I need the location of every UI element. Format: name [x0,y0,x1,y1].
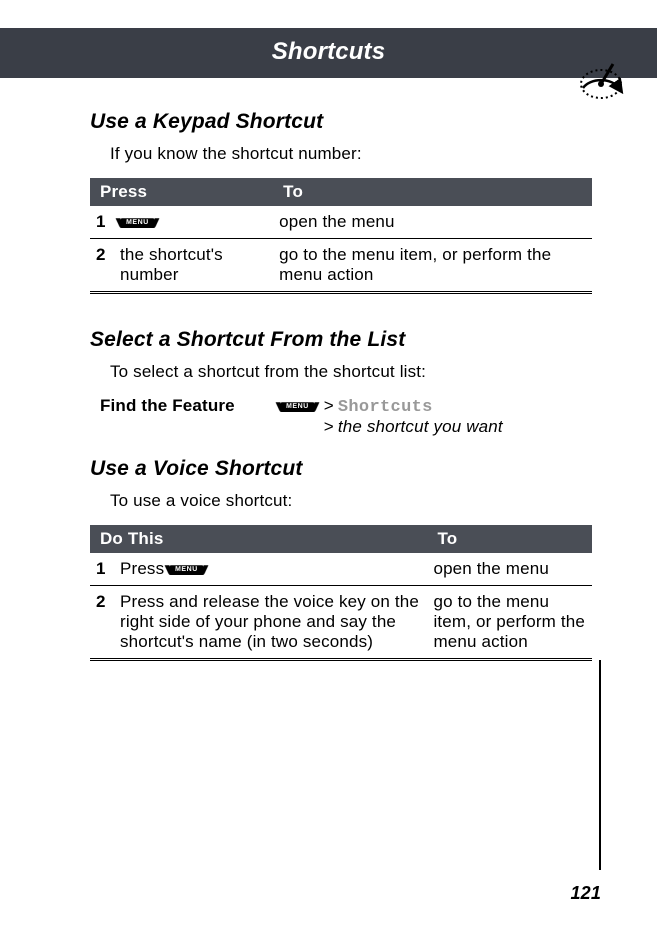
find-feature-label: Find the Feature [100,396,280,437]
col-press: Press [90,178,273,206]
section-list-intro: To select a shortcut from the shortcut l… [110,362,592,382]
section-voice-heading: Use a Voice Shortcut [90,457,592,481]
section-keypad-intro: If you know the shortcut number: [110,144,592,164]
shortcut-dial-icon [573,54,629,115]
table-row: 1 Press MENU open the menu [90,553,592,586]
do-prefix: Press [120,559,169,578]
keypad-table: Press To 1 MENU open the menu 2 the shor… [90,178,592,294]
table-row: 2 the shortcut's number go to the menu i… [90,239,592,293]
menu-key-icon: MENU [169,565,205,574]
menu-key-icon: MENU [120,218,156,227]
page-number: 121 [570,883,601,904]
to-cell: go to the menu item, or perform the menu… [273,239,592,293]
table-header-row: Press To [90,178,592,206]
page-header: Shortcuts [0,28,657,78]
press-cell: MENU [114,206,273,239]
table-row: 1 MENU open the menu [90,206,592,239]
step-number: 1 [90,553,114,586]
path-separator: > [320,417,338,436]
to-cell: go to the menu item, or perform the menu… [427,586,592,660]
step-number: 1 [90,206,114,239]
col-to: To [273,178,592,206]
feature-path: MENU >Shortcuts MENU >the shortcut you w… [280,396,592,437]
page-edge-line [597,660,601,870]
press-cell: the shortcut's number [114,239,273,293]
section-voice-intro: To use a voice shortcut: [110,491,592,511]
voice-table: Do This To 1 Press MENU open the menu 2 … [90,525,592,661]
path-desc: the shortcut you want [338,417,503,436]
do-cell: Press and release the voice key on the r… [114,586,427,660]
section-keypad-heading: Use a Keypad Shortcut [90,110,592,134]
section-list-heading: Select a Shortcut From the List [90,328,592,352]
table-row: 2 Press and release the voice key on the… [90,586,592,660]
step-number: 2 [90,239,114,293]
table-header-row: Do This To [90,525,592,553]
to-cell: open the menu [427,553,592,586]
do-cell: Press MENU [114,553,427,586]
menu-key-icon: MENU [280,402,316,411]
to-cell: open the menu [273,206,592,239]
page-title: Shortcuts [272,38,385,65]
find-feature-row: Find the Feature MENU >Shortcuts MENU >t… [100,396,592,437]
step-number: 2 [90,586,114,660]
col-to: To [427,525,592,553]
content-area: Use a Keypad Shortcut If you know the sh… [0,78,657,661]
path-separator: > [320,396,338,415]
col-do: Do This [90,525,427,553]
path-item: Shortcuts [338,398,433,417]
